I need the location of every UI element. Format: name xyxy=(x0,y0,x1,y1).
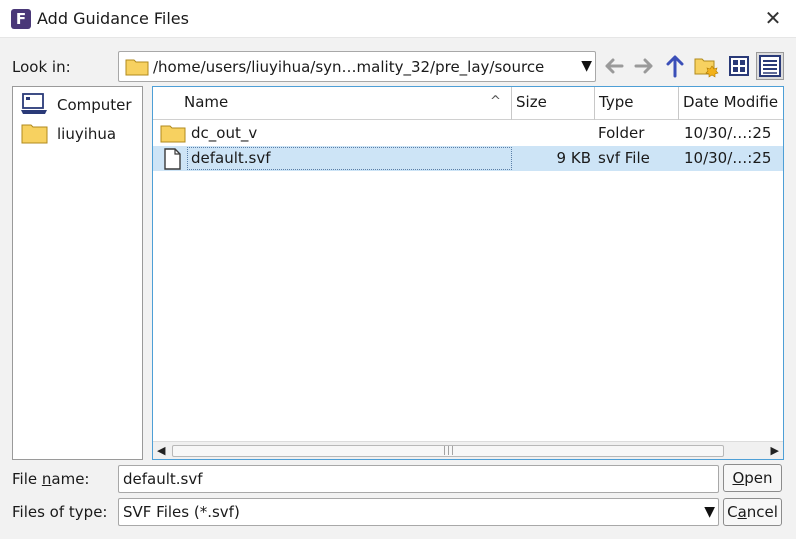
file-type-cell: Folder xyxy=(598,124,645,142)
chevron-down-icon[interactable]: ▼ xyxy=(581,58,592,74)
new-folder-icon[interactable] xyxy=(692,52,720,80)
file-list-header: Name ^ Size Type Date Modifie xyxy=(153,87,783,120)
sidebar-item-label: liuyihua xyxy=(57,125,117,143)
window-title: Add Guidance Files xyxy=(37,9,189,28)
column-header-date[interactable]: Date Modifie xyxy=(679,87,783,120)
scroll-left-icon[interactable]: ◀ xyxy=(157,444,165,457)
file-name-cell: dc_out_v xyxy=(191,124,258,142)
column-header-type[interactable]: Type xyxy=(595,87,679,120)
scroll-right-icon[interactable]: ▶ xyxy=(771,444,779,457)
sidebar-item-liuyihua[interactable]: liuyihua xyxy=(19,120,141,146)
column-header-name[interactable]: Name xyxy=(153,87,512,120)
scroll-thumb[interactable]: ||| xyxy=(172,445,724,457)
table-row[interactable]: dc_out_v Folder 10/30/…:25 xyxy=(153,121,783,146)
cancel-button[interactable]: Cancel xyxy=(723,498,782,526)
look-in-path: /home/users/liuyihua/syn…mality_32/pre_l… xyxy=(153,58,545,76)
sort-ascending-icon: ^ xyxy=(490,94,501,109)
folder-icon xyxy=(21,122,49,148)
file-icon xyxy=(160,148,184,174)
file-name-cell: default.svf xyxy=(191,149,271,167)
file-name-field[interactable]: default.svf xyxy=(118,465,719,493)
file-date-cell: 10/30/…:25 xyxy=(684,124,772,142)
sidebar-item-computer[interactable]: Computer xyxy=(19,91,141,117)
title-bar: F Add Guidance Files ✕ xyxy=(0,0,796,38)
scroll-grip: ||| xyxy=(443,446,456,456)
file-name-label: File name: xyxy=(12,470,90,488)
computer-icon xyxy=(21,93,49,119)
sidebar-item-label: Computer xyxy=(57,96,132,114)
file-type-label: Files of type: xyxy=(12,503,108,521)
column-header-size[interactable]: Size xyxy=(512,87,595,120)
forward-icon[interactable] xyxy=(630,52,658,80)
file-list[interactable]: Name ^ Size Type Date Modifie dc_out_v F… xyxy=(152,86,784,460)
back-icon[interactable] xyxy=(600,52,628,80)
file-size-cell: 9 KB xyxy=(556,149,591,167)
places-sidebar: Computer liuyihua xyxy=(12,86,143,460)
close-icon[interactable]: ✕ xyxy=(764,8,782,28)
folder-icon xyxy=(125,57,149,80)
look-in-label: Look in: xyxy=(12,58,71,76)
list-view-icon[interactable] xyxy=(725,52,753,80)
file-type-cell: svf File xyxy=(598,149,650,167)
file-type-select[interactable]: SVF Files (*.svf) ▼ xyxy=(118,498,719,526)
up-icon[interactable] xyxy=(661,52,689,80)
table-row-selected[interactable]: default.svf 9 KB svf File 10/30/…:25 xyxy=(153,146,783,171)
open-button[interactable]: Open xyxy=(723,464,782,492)
file-date-cell: 10/30/…:25 xyxy=(684,149,772,167)
detail-view-icon[interactable] xyxy=(756,52,784,80)
chevron-down-icon[interactable]: ▼ xyxy=(704,504,715,520)
look-in-combo[interactable]: /home/users/liuyihua/syn…mality_32/pre_l… xyxy=(118,51,596,82)
folder-icon xyxy=(160,123,186,147)
horizontal-scrollbar[interactable]: ◀ ||| ▶ xyxy=(153,441,783,459)
app-icon: F xyxy=(11,9,31,29)
